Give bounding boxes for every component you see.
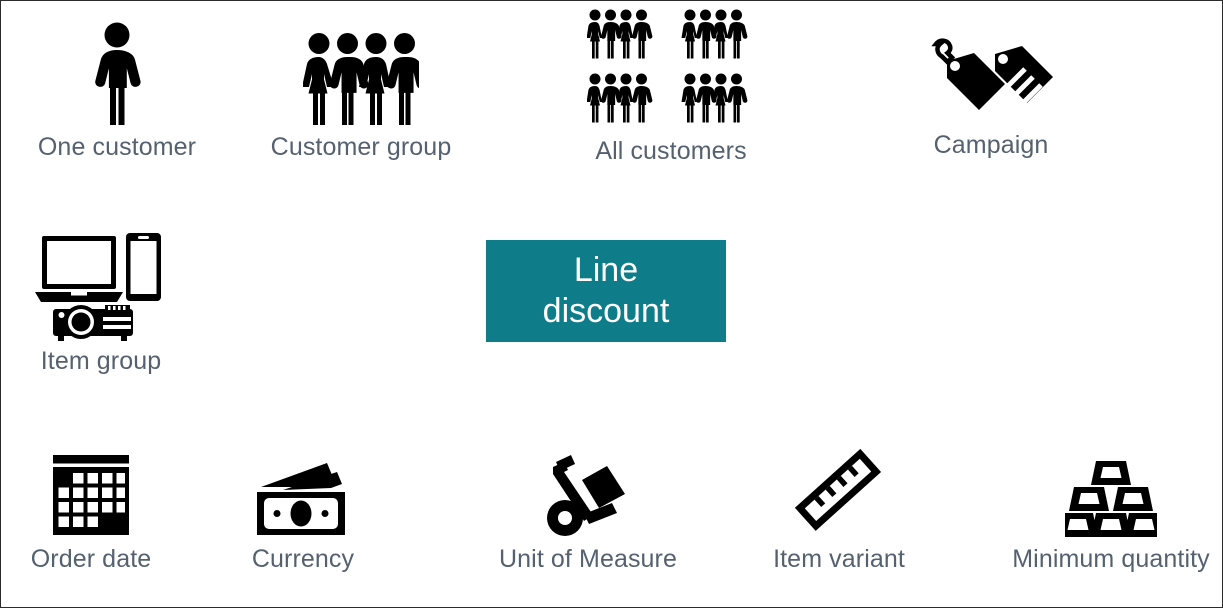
banknotes-icon [253,449,353,539]
center-node-label-line1: Line [573,250,639,289]
node-label: Item variant [773,545,905,573]
hand-truck-icon [542,449,634,539]
node-item-group[interactable]: Item group [1,233,201,376]
node-all-customers[interactable]: All customers [566,9,776,166]
node-campaign[interactable]: Campaign [891,17,1091,160]
ruler-icon [789,441,889,539]
node-currency[interactable]: Currency [213,449,393,574]
node-label: All customers [595,137,747,165]
center-node-label: Line discount [533,250,680,333]
single-person-icon [91,17,143,127]
node-label: Order date [30,545,152,573]
devices-icon [34,233,168,341]
node-customer-group[interactable]: Customer group [256,17,466,162]
node-order-date[interactable]: Order date [1,449,181,574]
node-label: Campaign [933,131,1049,159]
center-node-line-discount[interactable]: Line discount [486,240,726,342]
node-minimum-quantity[interactable]: Minimum quantity [1012,449,1210,574]
node-item-variant[interactable]: Item variant [749,441,929,574]
node-label: Minimum quantity [1012,545,1210,573]
node-label: Customer group [270,133,452,161]
node-label: One customer [37,133,197,161]
people-group-icon [303,17,419,127]
calendar-icon [51,449,131,539]
node-label: Unit of Measure [499,545,677,573]
node-unit-of-measure[interactable]: Unit of Measure [498,449,678,574]
node-label: Item group [40,347,162,375]
stacked-bars-icon [1065,449,1157,539]
center-node-label-line2: discount [542,292,670,330]
price-tags-icon [926,17,1056,125]
all-people-grid-icon [587,9,755,131]
node-one-customer[interactable]: One customer [17,17,217,162]
node-label: Currency [251,545,355,573]
line-discount-diagram: One customer Customer group All customer… [0,0,1223,608]
